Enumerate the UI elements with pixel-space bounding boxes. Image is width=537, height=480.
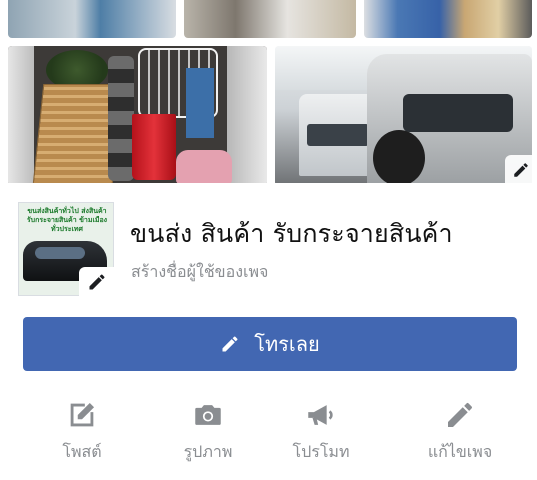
edit-profile-picture-button[interactable] — [79, 267, 115, 297]
page-title: ขนส่ง สินค้า รับกระจายสินค้า — [130, 219, 453, 248]
edit-cover-button[interactable] — [505, 155, 537, 183]
pencil-icon — [448, 402, 473, 427]
post-label: โพสต์ — [62, 442, 102, 461]
post-button[interactable]: โพสต์ — [27, 396, 137, 465]
call-now-button[interactable]: โทรเลย — [23, 317, 517, 371]
cover-photo-3 — [364, 0, 532, 38]
promote-button[interactable]: โปรโมท — [266, 396, 376, 465]
pencil-icon — [514, 163, 528, 177]
create-username-link[interactable]: สร้างชื่อผู้ใช้ของเพจ — [131, 260, 268, 285]
profile-picture-text: ขนส่งสินค้าทั่วไป ส่งสินค้า รับกระจายสิน… — [26, 207, 108, 233]
cover-photo-trucks — [275, 46, 532, 183]
compose-icon — [70, 402, 95, 427]
call-now-label: โทรเลย — [254, 332, 320, 356]
page-actions-bar: โพสต์ รูปภาพ โปรโมท แก้ไขเพจ — [0, 396, 537, 468]
cover-photo-truck-interior — [8, 46, 267, 183]
pencil-icon — [222, 336, 238, 352]
pencil-icon — [89, 274, 105, 290]
edit-page-button[interactable]: แก้ไขเพจ — [405, 396, 515, 465]
cover-photo-2 — [184, 0, 356, 38]
cover-photo-collage[interactable] — [0, 0, 537, 183]
promote-label: โปรโมท — [292, 442, 350, 461]
megaphone-icon — [308, 405, 333, 425]
photo-label: รูปภาพ — [183, 442, 233, 461]
photo-button[interactable]: รูปภาพ — [153, 396, 263, 465]
cover-photo-1 — [8, 0, 176, 38]
edit-page-label: แก้ไขเพจ — [427, 442, 493, 461]
camera-icon — [195, 405, 221, 425]
